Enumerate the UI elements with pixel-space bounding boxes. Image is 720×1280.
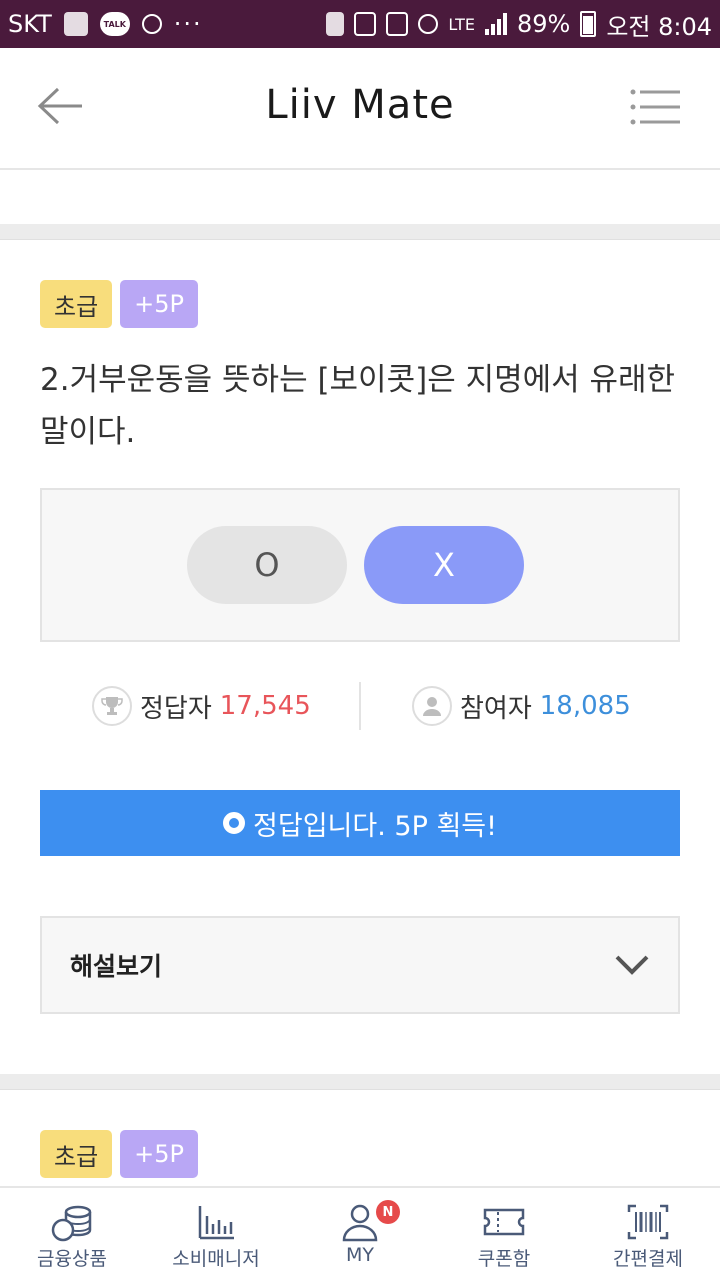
nav-financial-products[interactable]: 금융상품 <box>0 1188 144 1280</box>
nav-label: 간편결제 <box>613 1248 683 1270</box>
kakaotalk-icon: TALK <box>99 12 130 36</box>
carrier-label: SKT <box>8 10 52 38</box>
level-badge: 초급 <box>40 1130 113 1178</box>
correct-label: 정답자 <box>140 693 212 724</box>
next-quiz-badges: 초급 +5P <box>40 1130 199 1178</box>
ticket-icon <box>483 1208 525 1236</box>
section-divider <box>0 224 720 240</box>
explanation-label: 해설보기 <box>70 952 163 981</box>
barcode-icon <box>627 1204 669 1240</box>
alarm-icon <box>418 14 439 34</box>
menu-icon[interactable] <box>630 88 682 126</box>
notification-badge: N <box>376 1200 400 1224</box>
correct-count: 17,545 <box>219 691 311 721</box>
chevron-down-icon <box>615 955 649 975</box>
participant-stat: 참여자 18,085 <box>412 680 631 732</box>
app-header: Liiv Mate <box>0 48 720 170</box>
participant-label: 참여자 <box>460 693 532 724</box>
nav-my[interactable]: N MY <box>288 1188 432 1280</box>
nav-coupons[interactable]: 쿠폰함 <box>432 1188 576 1280</box>
battery-percent: 89% <box>516 10 571 38</box>
more-notifications-icon: ··· <box>173 10 203 38</box>
nav-spending-manager[interactable]: 소비매니저 <box>144 1188 288 1280</box>
answer-x-button[interactable]: X <box>364 526 524 604</box>
notification-icon <box>141 14 162 34</box>
mute-icon <box>386 12 409 36</box>
correct-stat: 정답자 17,545 <box>92 680 311 732</box>
coins-icon <box>51 1205 92 1242</box>
nav-easy-pay[interactable]: 간편결제 <box>576 1188 720 1280</box>
network-type-label: LTE <box>448 14 475 34</box>
bar-chart-icon <box>198 1206 234 1240</box>
bottom-navigation: 금융상품 소비매니저 N MY 쿠폰함 간편결제 <box>0 1186 720 1280</box>
answer-o-button[interactable]: O <box>187 526 347 604</box>
participant-count: 18,085 <box>539 691 631 721</box>
point-badge: +5P <box>120 1130 199 1178</box>
clock: 오전 8:04 <box>606 12 712 41</box>
result-message: 정답입니다. 5P 획득! <box>253 810 497 842</box>
correct-circle-icon <box>223 812 246 834</box>
battery-saver-icon <box>326 12 345 36</box>
section-divider <box>0 1074 720 1090</box>
nav-label: 쿠폰함 <box>477 1248 531 1270</box>
quiz-badges: 초급 +5P <box>40 280 199 328</box>
nav-label: 금융상품 <box>37 1248 107 1270</box>
point-badge: +5P <box>120 280 199 328</box>
signal-icon <box>484 13 507 35</box>
quiz-question: 2.거부운동을 뜻하는 [보이콧]은 지명에서 유래한 말이다. <box>40 362 676 450</box>
trophy-icon <box>92 686 132 726</box>
stats-divider <box>359 682 361 730</box>
app-logo: Liiv Mate <box>265 82 455 128</box>
person-icon <box>412 686 452 726</box>
answer-options: O X <box>40 488 680 642</box>
gallery-icon <box>63 12 88 36</box>
explanation-toggle[interactable]: 해설보기 <box>40 916 680 1014</box>
status-bar: SKT TALK ··· LTE 89% 오전 8:04 <box>0 0 720 48</box>
level-badge: 초급 <box>40 280 113 328</box>
result-banner: 정답입니다. 5P 획득! <box>40 790 680 856</box>
nav-label: MY <box>346 1244 374 1266</box>
battery-icon <box>580 11 597 37</box>
nav-label: 소비매니저 <box>172 1248 260 1270</box>
sync-icon <box>354 12 377 36</box>
